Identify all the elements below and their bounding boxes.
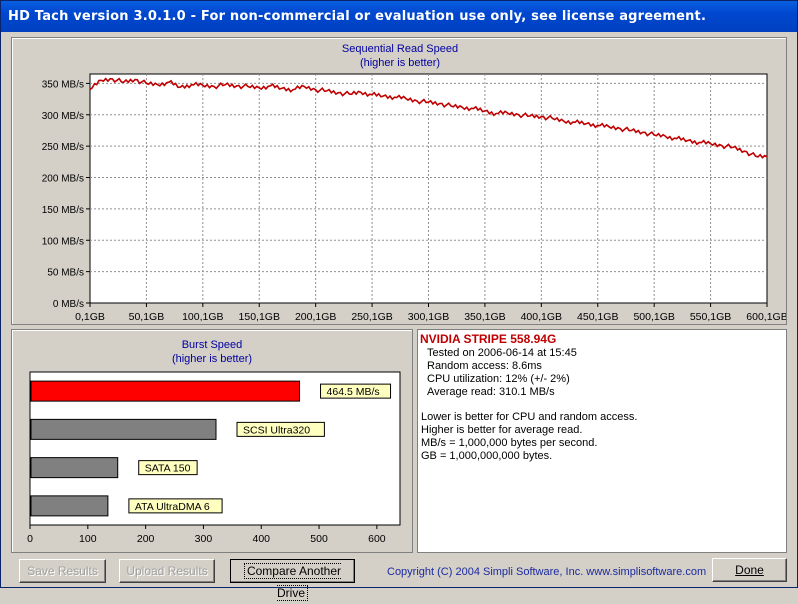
burst-chart-subtitle: (higher is better) [172,353,252,365]
y-tick-label: 250 MB/s [42,142,84,153]
burst-x-tick-label: 100 [79,533,97,545]
done-button[interactable]: Done [712,558,787,582]
burst-bar [30,380,301,402]
x-tick-label: 250,1GB [351,311,392,323]
average-read: Average read: 310.1 MB/s [427,386,555,398]
tested-date: Tested on 2006-06-14 at 15:45 [427,347,577,359]
y-tick-label: 100 MB/s [42,236,84,247]
random-access: Random access: 8.6ms [427,360,542,372]
burst-x-tick-label: 300 [195,533,213,545]
app-window: HD Tach version 3.0.1.0 - For non-commer… [0,0,798,601]
x-tick-label: 200,1GB [295,311,336,323]
burst-x-tick-label: 600 [368,533,386,545]
y-tick-label: 300 MB/s [42,111,84,122]
compare-another-drive-button[interactable]: Compare Another Drive [230,559,355,601]
note-average: Higher is better for average read. [421,424,583,436]
done-button-label: Done [735,563,764,577]
burst-bar [30,457,119,479]
x-tick-label: 300,1GB [408,311,449,323]
x-tick-label: 550,1GB [690,311,731,323]
note-mbs: MB/s = 1,000,000 bytes per second. [421,437,598,449]
x-tick-label: 150,1GB [239,311,280,323]
copyright-link[interactable]: Copyright (C) 2004 Simpli Software, Inc.… [387,566,706,578]
burst-x-tick-label: 500 [310,533,328,545]
compare-button-label: Compare Another Drive [243,563,342,601]
window-title: HD Tach version 3.0.1.0 - For non-commer… [1,1,797,32]
x-tick-label: 450,1GB [577,311,618,323]
y-tick-label: 200 MB/s [42,174,84,185]
burst-speed-panel: Burst Speed (higher is better) 464.5 MB/… [11,329,413,553]
x-tick-label: 500,1GB [633,311,674,323]
burst-x-tick-label: 200 [137,533,155,545]
y-tick-label: 0 MB/s [53,299,84,310]
note-cpu: Lower is better for CPU and random acces… [421,411,638,423]
x-tick-label: 400,1GB [521,311,562,323]
burst-speed-chart: Burst Speed (higher is better) 464.5 MB/… [27,339,401,545]
y-tick-label: 150 MB/s [42,205,84,216]
x-tick-label: 50,1GB [129,311,165,323]
burst-bar [30,495,109,517]
x-tick-label: 0,1GB [75,311,105,323]
burst-bar-label: 464.5 MB/s [327,386,380,398]
sequential-read-chart: Sequential Read Speed (higher is better)… [42,43,786,323]
upload-results-button[interactable]: Upload Results [119,559,215,583]
x-tick-label: 350,1GB [464,311,505,323]
burst-x-tick-label: 400 [252,533,270,545]
y-tick-label: 50 MB/s [47,268,84,279]
drive-name: NVIDIA STRIPE 558.94G [420,332,557,346]
burst-bar-label: ATA UltraDMA 6 [135,501,210,513]
plot-area [89,73,768,304]
sequential-read-panel: Sequential Read Speed (higher is better)… [11,37,787,325]
burst-bar [30,418,217,440]
burst-chart-title: Burst Speed [182,339,243,351]
burst-bar-label: SATA 150 [145,463,191,475]
burst-bar-label: SCSI Ultra320 [243,424,310,436]
x-tick-label: 600,1GB [746,311,786,323]
y-tick-label: 350 MB/s [42,79,84,90]
chart-subtitle: (higher is better) [360,57,440,69]
note-gb: GB = 1,000,000,000 bytes. [421,450,553,462]
results-panel: NVIDIA STRIPE 558.94G Tested on 2006-06-… [417,329,787,553]
cpu-utilization: CPU utilization: 12% (+/- 2%) [427,373,570,385]
chart-title: Sequential Read Speed [342,43,458,55]
burst-x-tick-label: 0 [27,533,33,545]
x-tick-label: 100,1GB [182,311,223,323]
save-results-button[interactable]: Save Results [19,559,106,583]
